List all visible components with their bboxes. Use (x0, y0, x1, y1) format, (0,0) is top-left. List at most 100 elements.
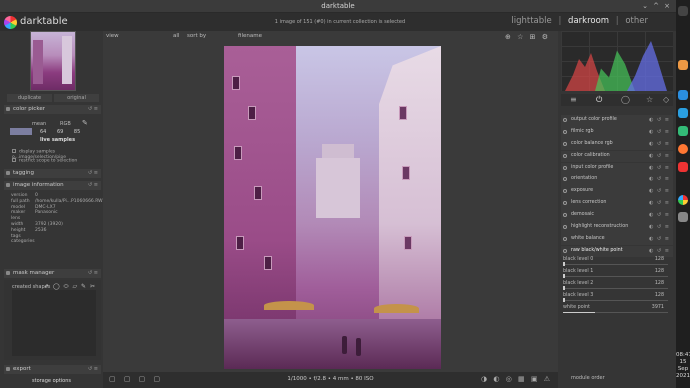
module-color-balance-rgb[interactable]: color balance rgb ◐ ↺ ≡ (561, 138, 673, 151)
group-favorites-icon[interactable]: ☆ (646, 95, 653, 104)
tab-duplicate[interactable]: duplicate (7, 94, 52, 102)
export-header[interactable]: export ↺ ≡ (4, 365, 101, 374)
info-row: categories (11, 239, 35, 245)
module-orientation[interactable]: orientation ◐ ↺ ≡ (561, 174, 673, 187)
module-controls-icon[interactable]: ↺ ≡ (88, 182, 98, 188)
module-lens-correction[interactable]: lens correction ◐ ↺ ≡ (561, 198, 673, 210)
color-picker-header[interactable]: color picker ↺ ≡ (4, 105, 101, 114)
module-controls-icon[interactable]: ↺ ≡ (88, 170, 98, 176)
clock[interactable]: 08:47 15 Sep 2021 (676, 352, 690, 380)
view-darkroom[interactable]: darkroom (568, 16, 609, 26)
picker-icon (6, 107, 10, 111)
image-info-list: version 0 full path/home/kulla/Pi...P1060… (11, 193, 105, 245)
module-color-calibration[interactable]: color calibration ◐ ↺ ≡ (561, 150, 673, 163)
power-icon[interactable] (563, 248, 567, 253)
image-information-header[interactable]: image information ↺ ≡ (4, 181, 101, 190)
restrict-scope-label: restrict scope to selection (19, 158, 78, 164)
module-controls-icon[interactable]: ◐ ↺ ≡ (649, 212, 670, 218)
mask-manager-title: mask manager (13, 270, 55, 276)
module-filmic-rgb[interactable]: filmic rgb ◐ ↺ ≡ (561, 126, 673, 139)
module-controls-icon[interactable]: ◐ ↺ ≡ (649, 188, 670, 194)
white-point-slider[interactable]: white point 3971 (563, 305, 668, 313)
telegram-icon[interactable] (678, 108, 688, 118)
tab-original[interactable]: original (54, 94, 99, 102)
picker-mode[interactable]: mean (32, 121, 46, 127)
mask-manager-header[interactable]: mask manager ↺ ≡ (4, 269, 101, 278)
module-controls-icon[interactable]: ◐ ↺ ≡ (649, 165, 670, 171)
picker-space[interactable]: RGB (60, 121, 71, 127)
eyedropper-icon[interactable]: ✎ (82, 119, 88, 127)
module-controls-icon[interactable]: ◐ ↺ ≡ (649, 129, 670, 135)
module-controls-icon[interactable]: ↺ ≡ (88, 270, 98, 276)
restrict-scope-option[interactable]: restrict scope to selection (12, 158, 77, 164)
module-controls-icon[interactable]: ◐ ↺ ≡ (649, 200, 670, 206)
power-icon[interactable] (563, 213, 567, 217)
power-icon[interactable] (563, 165, 567, 170)
tray-app-icon[interactable] (678, 162, 688, 172)
tray-app-icon[interactable] (678, 60, 688, 70)
main-image[interactable] (224, 46, 441, 369)
firefox-icon[interactable] (678, 144, 688, 154)
minimize-button[interactable]: ⌄ (640, 2, 650, 10)
group-base-icon[interactable]: ◯ (621, 95, 630, 104)
maximize-button[interactable]: ^ (651, 2, 661, 10)
power-icon[interactable] (563, 201, 567, 206)
module-controls-icon[interactable]: ◐ ↺ ≡ (649, 117, 670, 123)
power-icon[interactable] (563, 153, 567, 158)
module-controls-icon[interactable]: ↺ ≡ (88, 366, 98, 372)
module-exposure[interactable]: exposure ◐ ↺ ≡ (561, 186, 673, 198)
top-toolbar-icons[interactable]: ⊕ ☆ ⊞ ⚙ (505, 33, 550, 41)
power-icon[interactable] (563, 189, 567, 194)
module-highlight-reconstruction[interactable]: highlight reconstruction ◐ ↺ ≡ (561, 221, 673, 234)
app-launcher-icon[interactable] (678, 6, 688, 16)
view-other[interactable]: other (625, 16, 648, 26)
module-order-label[interactable]: module order (561, 375, 673, 381)
power-icon[interactable] (563, 141, 567, 146)
power-icon[interactable] (563, 177, 567, 182)
module-raw-black-white-point[interactable]: raw black/white point ◐ ↺ ≡ (561, 245, 673, 258)
checkbox-icon[interactable] (12, 149, 16, 153)
sort-value-select[interactable]: filename (238, 33, 262, 39)
darktable-taskbar-icon[interactable] (678, 195, 688, 205)
power-icon[interactable] (563, 118, 567, 122)
tray-app-icon[interactable] (678, 90, 688, 100)
black-level-2-slider[interactable]: black level 2 128 (563, 281, 668, 290)
app-brand: darktable (20, 16, 68, 27)
group-active-icon[interactable]: ≡ (570, 95, 577, 104)
black-level-1-slider[interactable]: black level 1 128 (563, 269, 668, 278)
module-controls-icon[interactable]: ◐ ↺ ≡ (649, 236, 670, 242)
clock-day: 15 (679, 359, 687, 365)
module-controls-icon[interactable]: ◐ ↺ ≡ (649, 141, 670, 147)
street (224, 319, 441, 369)
module-demosaic[interactable]: demosaic ◐ ↺ ≡ (561, 210, 673, 222)
darkroom-center: view all sort by filename ⊕ ☆ ⊞ ⚙ (103, 31, 558, 372)
tagging-header[interactable]: tagging ↺ ≡ (4, 169, 101, 178)
module-output-color-profile[interactable]: output color profile ◐ ↺ ≡ (561, 115, 673, 127)
tag-icon (6, 171, 10, 175)
group-power-icon[interactable]: ⏻ (596, 95, 602, 105)
module-controls-icon[interactable]: ◐ ↺ ≡ (649, 224, 670, 230)
shapes-list[interactable] (12, 290, 96, 356)
histogram[interactable] (561, 31, 673, 91)
tray-app-icon[interactable] (678, 126, 688, 136)
checkbox-icon[interactable] (12, 158, 16, 162)
storage-options-label[interactable]: storage options (0, 378, 103, 384)
module-controls-icon[interactable]: ◐ ↺ ≡ (649, 153, 670, 159)
tray-app-icon[interactable] (678, 212, 688, 222)
power-icon[interactable] (563, 129, 567, 134)
module-controls-icon[interactable]: ↺ ≡ (88, 106, 98, 112)
filter-all-select[interactable]: all (173, 33, 179, 39)
close-button[interactable]: × (662, 2, 672, 10)
black-level-3-slider[interactable]: black level 3 128 (563, 293, 668, 302)
power-icon[interactable] (563, 224, 567, 229)
view-lighttable[interactable]: lighttable (511, 16, 551, 26)
module-input-color-profile[interactable]: input color profile ◐ ↺ ≡ (561, 162, 673, 175)
power-icon[interactable] (563, 236, 567, 241)
navigation-thumbnail[interactable] (30, 31, 76, 91)
module-controls-icon[interactable]: ◐ ↺ ≡ (649, 248, 670, 254)
black-level-0-slider[interactable]: black level 0 128 (563, 257, 668, 266)
group-effects-icon[interactable]: ◇ (663, 95, 669, 104)
module-controls-icon[interactable]: ◐ ↺ ≡ (649, 176, 670, 182)
module-white-balance[interactable]: white balance ◐ ↺ ≡ (561, 233, 673, 246)
bottom-right-tools[interactable]: ◑ ◐ ◎ ▦ ▣ ⚠ (481, 375, 552, 383)
